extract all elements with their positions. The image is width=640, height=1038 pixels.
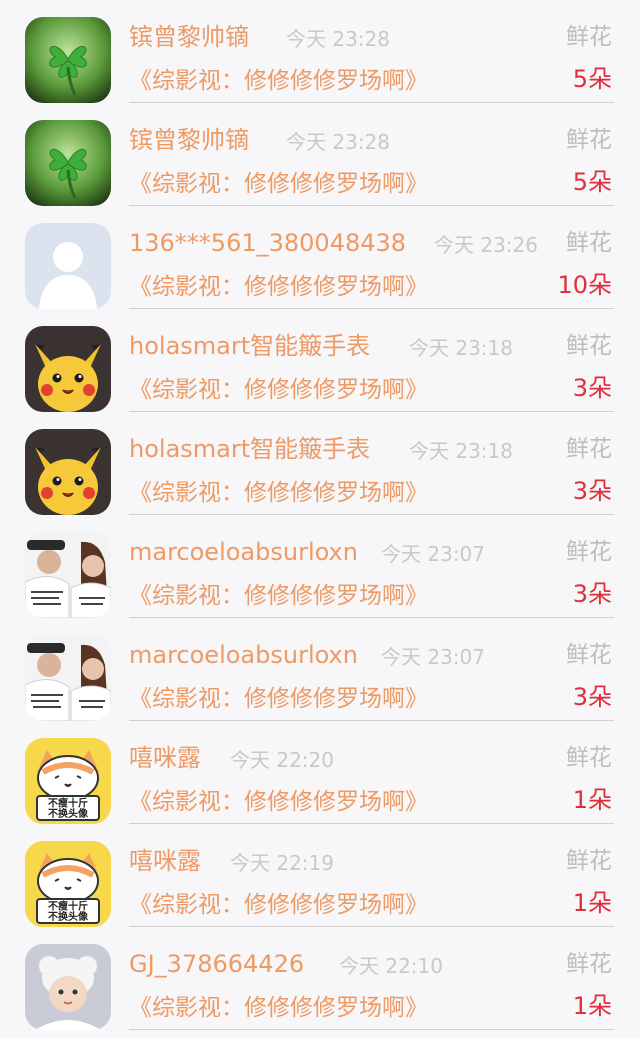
user-name[interactable]: 嘻咪露: [129, 741, 201, 775]
couple-photo-avatar[interactable]: [25, 532, 111, 618]
user-name[interactable]: 136***561_380048438: [129, 226, 406, 260]
list-item[interactable]: holasmart智能簸手表 今天 23:18 鲜花 《综影视：修修修修罗场啊》…: [0, 412, 640, 515]
svg-text:不瘦十斤: 不瘦十斤: [48, 900, 88, 913]
user-name[interactable]: 嘻咪露: [129, 844, 201, 878]
list-item[interactable]: holasmart智能簸手表 今天 23:18 鲜花 《综影视：修修修修罗场啊》…: [0, 309, 640, 412]
gift-type-label: 鲜花: [566, 230, 612, 256]
gift-time: 今天 23:07: [381, 645, 485, 669]
flower-count: 5朵: [572, 168, 612, 196]
gift-time: 今天 22:20: [230, 748, 334, 772]
gift-time: 今天 22:10: [339, 954, 443, 978]
gift-time: 今天 23:28: [286, 27, 390, 51]
flower-count: 3朵: [572, 580, 612, 608]
gift-type-label: 鲜花: [566, 333, 612, 359]
svg-text:不换头像: 不换头像: [48, 910, 89, 923]
book-title[interactable]: 《综影视：修修修修罗场啊》: [129, 785, 428, 819]
flower-count: 1朵: [572, 992, 612, 1020]
list-item[interactable]: marcoeloabsurloxn 今天 23:07 鲜花 《综影视：修修修修罗…: [0, 618, 640, 721]
list-item[interactable]: 不瘦十斤 不换头像 嘻咪露 今天 22:19 鲜花 《综影视：修修修修罗场啊》 …: [0, 824, 640, 927]
book-title[interactable]: 《综影视：修修修修罗场啊》: [129, 682, 428, 716]
cat-sticker-avatar[interactable]: 不瘦十斤 不换头像: [25, 841, 111, 927]
couple-photo-avatar[interactable]: [25, 635, 111, 721]
flower-count: 5朵: [572, 65, 612, 93]
clover-avatar[interactable]: [25, 17, 111, 103]
gift-type-label: 鲜花: [566, 436, 612, 462]
book-title[interactable]: 《综影视：修修修修罗场啊》: [129, 270, 428, 304]
book-title[interactable]: 《综影视：修修修修罗场啊》: [129, 579, 428, 613]
flower-count: 1朵: [572, 889, 612, 917]
gift-type-label: 鲜花: [566, 539, 612, 565]
gift-time: 今天 22:19: [230, 851, 334, 875]
book-title[interactable]: 《综影视：修修修修罗场啊》: [129, 373, 428, 407]
book-title[interactable]: 《综影视：修修修修罗场啊》: [129, 888, 428, 922]
user-name[interactable]: 镔曾黎帅镝: [129, 123, 249, 157]
default-user-avatar[interactable]: [25, 223, 111, 309]
user-name[interactable]: holasmart智能簸手表: [129, 329, 370, 363]
book-title[interactable]: 《综影视：修修修修罗场啊》: [129, 991, 428, 1025]
user-name[interactable]: GJ_378664426: [129, 947, 304, 981]
svg-text:不瘦十斤: 不瘦十斤: [48, 797, 88, 810]
flower-gift-list: 镔曾黎帅镝 今天 23:28 鲜花 《综影视：修修修修罗场啊》 5朵 镔曾黎帅镝…: [0, 0, 640, 1038]
gift-type-label: 鲜花: [566, 127, 612, 153]
user-name[interactable]: holasmart智能簸手表: [129, 432, 370, 466]
book-title[interactable]: 《综影视：修修修修罗场啊》: [129, 476, 428, 510]
gift-type-label: 鲜花: [566, 642, 612, 668]
flower-count: 1朵: [572, 786, 612, 814]
pikachu-avatar[interactable]: [25, 326, 111, 412]
cat-sticker-avatar[interactable]: 不瘦十斤 不换头像: [25, 738, 111, 824]
list-item[interactable]: 镔曾黎帅镝 今天 23:28 鲜花 《综影视：修修修修罗场啊》 5朵: [0, 103, 640, 206]
gift-time: 今天 23:07: [381, 542, 485, 566]
list-item[interactable]: marcoeloabsurloxn 今天 23:07 鲜花 《综影视：修修修修罗…: [0, 515, 640, 618]
flower-count: 10朵: [557, 271, 612, 299]
user-name[interactable]: marcoeloabsurloxn: [129, 535, 358, 569]
book-title[interactable]: 《综影视：修修修修罗场啊》: [129, 64, 428, 98]
user-name[interactable]: marcoeloabsurloxn: [129, 638, 358, 672]
row-divider: [129, 1029, 614, 1030]
svg-text:不换头像: 不换头像: [48, 807, 89, 820]
flower-count: 3朵: [572, 374, 612, 402]
baby-photo-avatar[interactable]: [25, 944, 111, 1030]
book-title[interactable]: 《综影视：修修修修罗场啊》: [129, 167, 428, 201]
pikachu-avatar[interactable]: [25, 429, 111, 515]
gift-time: 今天 23:18: [409, 439, 513, 463]
clover-avatar[interactable]: [25, 120, 111, 206]
list-item[interactable]: 镔曾黎帅镝 今天 23:28 鲜花 《综影视：修修修修罗场啊》 5朵: [0, 0, 640, 103]
list-item[interactable]: 不瘦十斤 不换头像 嘻咪露 今天 22:20 鲜花 《综影视：修修修修罗场啊》 …: [0, 721, 640, 824]
flower-count: 3朵: [572, 477, 612, 505]
gift-type-label: 鲜花: [566, 745, 612, 771]
list-item[interactable]: GJ_378664426 今天 22:10 鲜花 《综影视：修修修修罗场啊》 1…: [0, 927, 640, 1030]
list-item[interactable]: 136***561_380048438 今天 23:26 鲜花 《综影视：修修修…: [0, 206, 640, 309]
gift-time: 今天 23:28: [286, 130, 390, 154]
user-name[interactable]: 镔曾黎帅镝: [129, 20, 249, 54]
gift-type-label: 鲜花: [566, 951, 612, 977]
gift-type-label: 鲜花: [566, 24, 612, 50]
gift-time: 今天 23:26: [434, 233, 538, 257]
gift-time: 今天 23:18: [409, 336, 513, 360]
gift-type-label: 鲜花: [566, 848, 612, 874]
flower-count: 3朵: [572, 683, 612, 711]
